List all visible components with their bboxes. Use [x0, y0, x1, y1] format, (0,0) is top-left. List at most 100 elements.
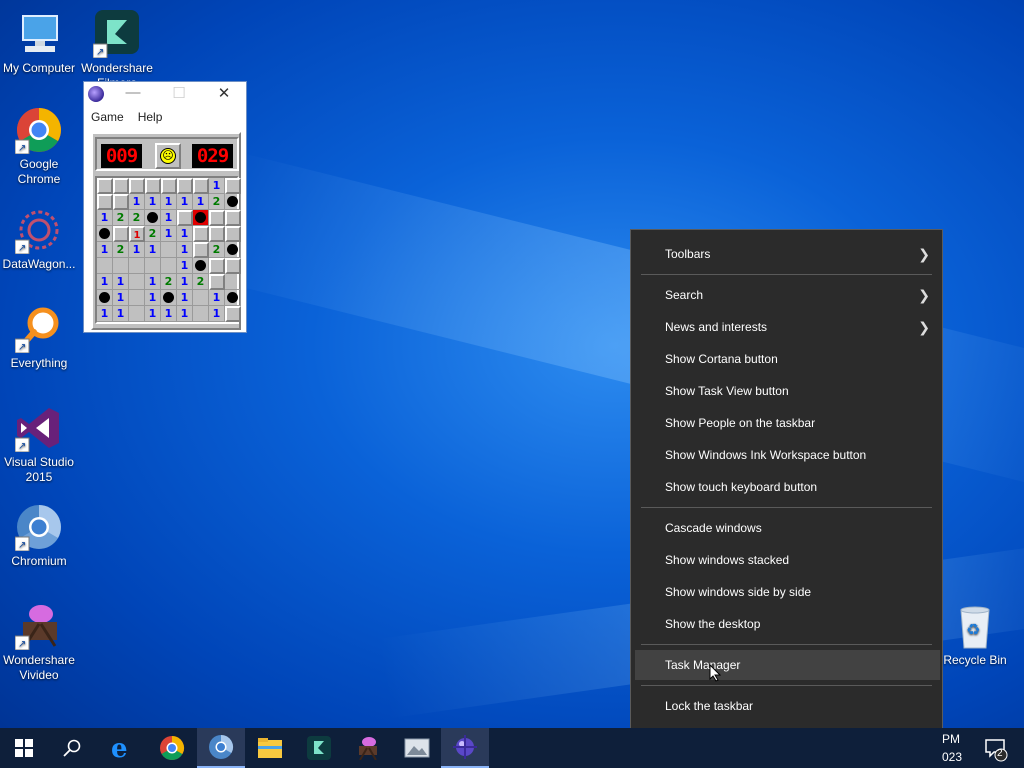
desktop-icon-datawagon[interactable]: ↗ DataWagon...	[0, 206, 78, 272]
close-button[interactable]: ✕	[213, 84, 235, 102]
menu-help[interactable]: Help	[138, 110, 163, 124]
minesweeper-titlebar[interactable]: — ☐ ✕	[84, 82, 246, 106]
closed-cell[interactable]	[209, 274, 225, 290]
taskbar-filmora[interactable]	[295, 728, 343, 768]
open-cell[interactable]: 2	[209, 242, 225, 258]
open-cell[interactable]: 1	[209, 290, 225, 306]
open-cell[interactable]: 1	[161, 226, 177, 242]
menu-item-search[interactable]: Search ❯	[631, 280, 942, 310]
open-cell[interactable]: 2	[113, 242, 129, 258]
mine-cell[interactable]	[225, 194, 241, 210]
closed-cell[interactable]	[193, 178, 209, 194]
closed-cell[interactable]	[209, 258, 225, 274]
open-cell[interactable]: 2	[145, 226, 161, 242]
open-cell[interactable]: 1	[177, 274, 193, 290]
closed-cell[interactable]	[97, 194, 113, 210]
menu-game[interactable]: Game	[91, 110, 124, 124]
open-cell[interactable]: 1	[145, 306, 161, 322]
open-cell[interactable]: 1	[177, 242, 193, 258]
open-cell[interactable]: 1	[145, 290, 161, 306]
closed-cell[interactable]	[225, 178, 241, 194]
menu-item-show-task-view-button[interactable]: Show Task View button	[631, 376, 942, 406]
open-cell[interactable]	[193, 306, 209, 322]
desktop-icon-my-computer[interactable]: My Computer	[0, 10, 78, 76]
closed-cell[interactable]	[225, 210, 241, 226]
closed-cell[interactable]	[177, 210, 193, 226]
taskbar-vivideo[interactable]	[344, 728, 392, 768]
open-cell[interactable]	[225, 274, 241, 290]
menu-item-show-cortana-button[interactable]: Show Cortana button	[631, 344, 942, 374]
open-cell[interactable]	[129, 258, 145, 274]
open-cell[interactable]	[129, 306, 145, 322]
closed-cell[interactable]	[209, 210, 225, 226]
open-cell[interactable]: 1	[113, 274, 129, 290]
open-cell[interactable]: 1	[97, 242, 113, 258]
closed-cell[interactable]	[145, 178, 161, 194]
open-cell[interactable]	[161, 242, 177, 258]
open-cell[interactable]: 1	[97, 274, 113, 290]
open-cell[interactable]	[113, 258, 129, 274]
desktop-icon-chromium[interactable]: ↗ Chromium	[0, 503, 78, 569]
clock[interactable]: PM 023	[942, 731, 962, 768]
desktop-icon-vivideo[interactable]: ↗ Wondershare Vivideo	[0, 602, 78, 683]
smiley-reset-button[interactable]: ☹	[155, 143, 181, 169]
open-cell[interactable]: 1	[145, 194, 161, 210]
taskbar-photos[interactable]	[393, 728, 441, 768]
taskbar-minesweeper[interactable]	[441, 728, 489, 768]
mine-cell[interactable]	[97, 290, 113, 306]
menu-item-lock-the-taskbar[interactable]: Lock the taskbar	[631, 691, 942, 721]
desktop-icon-visual-studio[interactable]: ↗ Visual Studio 2015	[0, 404, 78, 485]
desktop-icon-everything[interactable]: ↗ Everything	[0, 305, 78, 371]
menu-item-show-the-desktop[interactable]: Show the desktop	[631, 609, 942, 639]
open-cell[interactable]	[129, 290, 145, 306]
closed-cell[interactable]	[161, 178, 177, 194]
closed-cell[interactable]	[113, 194, 129, 210]
closed-cell[interactable]	[225, 306, 241, 322]
menu-item-task-manager[interactable]: Task Manager	[635, 650, 940, 682]
search-button[interactable]	[48, 728, 96, 768]
closed-cell[interactable]	[113, 178, 129, 194]
open-cell[interactable]: 1	[177, 290, 193, 306]
open-cell[interactable]: 2	[129, 210, 145, 226]
open-cell[interactable]: 1	[209, 178, 225, 194]
open-cell[interactable]: 1	[129, 194, 145, 210]
start-button[interactable]	[0, 728, 48, 768]
taskbar-file-explorer[interactable]	[246, 728, 294, 768]
closed-cell[interactable]	[97, 178, 113, 194]
closed-cell[interactable]	[193, 226, 209, 242]
open-cell[interactable]	[129, 274, 145, 290]
menu-item-show-people-on-the-taskbar[interactable]: Show People on the taskbar	[631, 408, 942, 438]
closed-cell[interactable]	[209, 226, 225, 242]
menu-item-cascade-windows[interactable]: Cascade windows	[631, 513, 942, 543]
open-cell[interactable]: 2	[161, 274, 177, 290]
desktop-icon-chrome[interactable]: ↗ Google Chrome	[0, 106, 78, 187]
menu-item-show-windows-stacked[interactable]: Show windows stacked	[631, 545, 942, 575]
open-cell[interactable]: 1	[177, 306, 193, 322]
closed-cell[interactable]	[225, 258, 241, 274]
desktop-icon-filmora[interactable]: ↗ Wondershare Filmora	[78, 10, 156, 84]
open-cell[interactable]: 1	[193, 194, 209, 210]
closed-cell[interactable]	[129, 178, 145, 194]
closed-cell[interactable]	[225, 226, 241, 242]
menu-item-show-windows-side-by-side[interactable]: Show windows side by side	[631, 577, 942, 607]
open-cell[interactable]: 1	[145, 274, 161, 290]
open-cell[interactable]: 1	[97, 210, 113, 226]
closed-cell[interactable]	[193, 242, 209, 258]
open-cell[interactable]: 2	[209, 194, 225, 210]
open-cell[interactable]: 1	[209, 306, 225, 322]
open-cell[interactable]: 1	[129, 242, 145, 258]
taskbar-chrome[interactable]	[148, 728, 196, 768]
notification-center-button[interactable]: 2	[982, 728, 1012, 768]
open-cell[interactable]: 2	[193, 274, 209, 290]
open-cell[interactable]: 1	[177, 258, 193, 274]
mine-cell[interactable]	[145, 210, 161, 226]
mine-cell[interactable]	[161, 290, 177, 306]
mine-cell[interactable]	[193, 258, 209, 274]
open-cell[interactable]: 1	[177, 194, 193, 210]
desktop-icon-recycle-bin[interactable]: ♻ Recycle Bin	[936, 602, 1014, 668]
exploded-mine-cell[interactable]	[193, 210, 209, 226]
mine-cell[interactable]	[225, 242, 241, 258]
open-cell[interactable]: 1	[161, 210, 177, 226]
maximize-button[interactable]: ☐	[168, 84, 190, 102]
minesweeper-window[interactable]: — ☐ ✕ Game Help 009 ☹ 029 11111121221121…	[83, 81, 247, 333]
